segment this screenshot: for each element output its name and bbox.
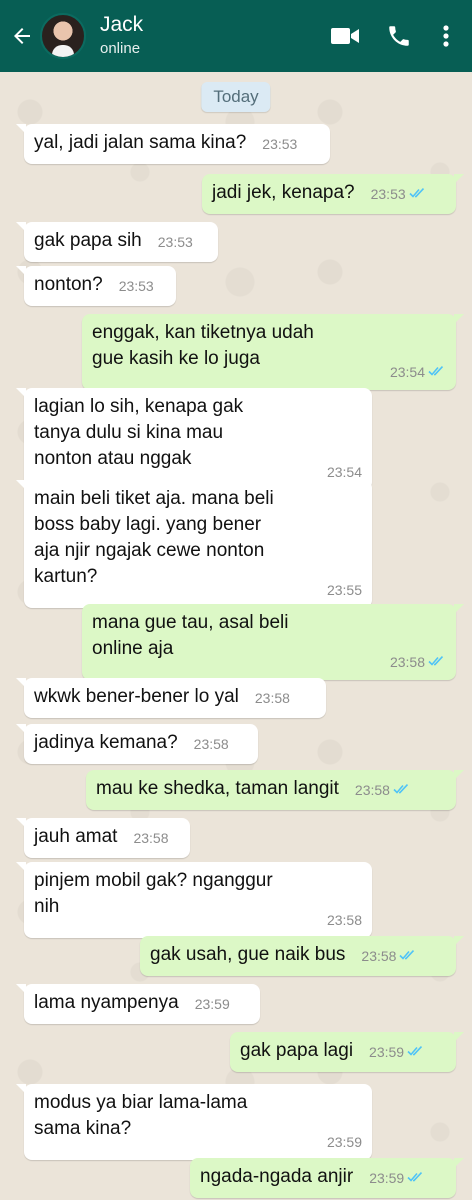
incoming-message-bubble[interactable]: wkwk bener-bener lo yal 23:58 <box>16 678 326 718</box>
message-meta: 23:53 <box>119 273 154 299</box>
message-meta: 23:58 <box>194 731 229 757</box>
back-arrow-icon[interactable] <box>4 0 40 72</box>
message-meta: 23:53 <box>262 131 297 157</box>
message-time: 23:58 <box>133 830 169 846</box>
message-text: lagian lo sih, kenapa gak tanya dulu si k… <box>34 396 244 469</box>
message-meta: 23:59 <box>195 991 230 1017</box>
message-time: 23:58 <box>193 736 229 752</box>
message-time: 23:55 <box>326 582 362 598</box>
incoming-message-bubble[interactable]: yal, jadi jalan sama kina? 23:53 <box>16 124 330 164</box>
incoming-message-bubble[interactable]: modus ya biar lama-lama sama kina? 23:59 <box>16 1084 372 1160</box>
date-divider: Today <box>201 82 271 112</box>
message-text: nonton? <box>34 274 103 295</box>
message-meta: 23:58 <box>133 825 168 851</box>
message-text: gak papa sih <box>34 230 142 251</box>
message-time: 23:59 <box>369 1044 405 1060</box>
message-time: 23:59 <box>326 1134 362 1150</box>
phone-icon[interactable] <box>372 0 426 72</box>
message-time: 23:58 <box>389 654 425 670</box>
read-receipt-icon <box>428 359 446 385</box>
message-time: 23:58 <box>354 782 390 798</box>
message-text: ngada-ngada anjir <box>200 1166 354 1187</box>
message-time: 23:59 <box>369 1170 405 1186</box>
message-meta: 23:59 <box>327 1129 362 1155</box>
more-vert-icon[interactable] <box>426 0 466 72</box>
outgoing-message-bubble[interactable]: gak papa lagi 23:59 <box>230 1032 464 1072</box>
message-text: wkwk bener-bener lo yal <box>34 686 239 707</box>
outgoing-message-bubble[interactable]: gak usah, gue naik bus 23:58 <box>140 936 464 976</box>
message-time: 23:53 <box>157 234 193 250</box>
contact-title[interactable]: Jack online <box>100 13 318 59</box>
message-meta: 23:58 <box>327 907 362 933</box>
incoming-message-bubble[interactable]: pinjem mobil gak? nganggur nih 23:58 <box>16 862 372 938</box>
read-receipt-icon <box>409 181 427 207</box>
message-time: 23:58 <box>361 948 397 964</box>
message-meta: 23:58 <box>255 685 290 711</box>
message-time: 23:53 <box>118 278 154 294</box>
message-meta: 23:58 <box>390 649 446 675</box>
chat-header: Jack online <box>0 0 472 72</box>
message-text: modus ya biar lama-lama sama kina? <box>34 1092 248 1139</box>
contact-name: Jack <box>100 13 144 36</box>
message-text: jauh amat <box>34 826 118 847</box>
incoming-message-bubble[interactable]: main beli tiket aja. mana beli boss baby … <box>16 480 372 608</box>
incoming-message-bubble[interactable]: lama nyampenya 23:59 <box>16 984 260 1024</box>
message-meta: 23:59 <box>369 1039 425 1065</box>
outgoing-message-bubble[interactable]: mau ke shedka, taman langit 23:58 <box>86 770 464 810</box>
message-text: jadi jek, kenapa? <box>212 182 355 203</box>
message-text: gak usah, gue naik bus <box>150 944 346 965</box>
message-text: main beli tiket aja. mana beli boss baby … <box>34 488 274 587</box>
message-time: 23:58 <box>326 912 362 928</box>
outgoing-message-bubble[interactable]: enggak, kan tiketnya udah gue kasih ke lo… <box>82 314 464 390</box>
incoming-message-bubble[interactable]: lagian lo sih, kenapa gak tanya dulu si k… <box>16 388 372 490</box>
incoming-message-bubble[interactable]: jadinya kemana? 23:58 <box>16 724 258 764</box>
outgoing-message-bubble[interactable]: ngada-ngada anjir 23:59 <box>190 1158 464 1198</box>
message-text: yal, jadi jalan sama kina? <box>34 132 247 153</box>
message-meta: 23:53 <box>371 181 427 207</box>
read-receipt-icon <box>393 777 411 803</box>
outgoing-message-bubble[interactable]: mana gue tau, asal beli online aja 23:58 <box>82 604 464 680</box>
message-time: 23:59 <box>194 996 230 1012</box>
message-time: 23:53 <box>370 186 406 202</box>
message-text: pinjem mobil gak? nganggur nih <box>34 870 273 917</box>
incoming-message-bubble[interactable]: gak papa sih 23:53 <box>16 222 218 262</box>
chat-area[interactable]: Today yal, jadi jalan sama kina? 23:53 jad… <box>0 72 472 1200</box>
message-meta: 23:53 <box>158 229 193 255</box>
read-receipt-icon <box>399 943 417 969</box>
message-meta: 23:58 <box>361 943 417 969</box>
outgoing-message-bubble[interactable]: jadi jek, kenapa? 23:53 <box>202 174 464 214</box>
message-meta: 23:59 <box>369 1165 425 1191</box>
message-text: gak papa lagi <box>240 1040 354 1061</box>
message-meta: 23:55 <box>327 577 362 603</box>
read-receipt-icon <box>407 1165 425 1191</box>
contact-avatar[interactable] <box>40 13 86 59</box>
read-receipt-icon <box>407 1039 425 1065</box>
message-meta: 23:54 <box>390 359 446 385</box>
incoming-message-bubble[interactable]: jauh amat 23:58 <box>16 818 190 858</box>
message-text: jadinya kemana? <box>34 732 178 753</box>
message-time: 23:58 <box>254 690 290 706</box>
message-meta: 23:58 <box>355 777 411 803</box>
video-call-icon[interactable] <box>318 0 372 72</box>
message-text: lama nyampenya <box>34 992 179 1013</box>
incoming-message-bubble[interactable]: nonton? 23:53 <box>16 266 176 306</box>
message-time: 23:53 <box>262 136 298 152</box>
message-time: 23:54 <box>389 364 425 380</box>
message-text: mau ke shedka, taman langit <box>96 778 339 799</box>
contact-status: online <box>100 40 141 57</box>
read-receipt-icon <box>428 649 446 675</box>
